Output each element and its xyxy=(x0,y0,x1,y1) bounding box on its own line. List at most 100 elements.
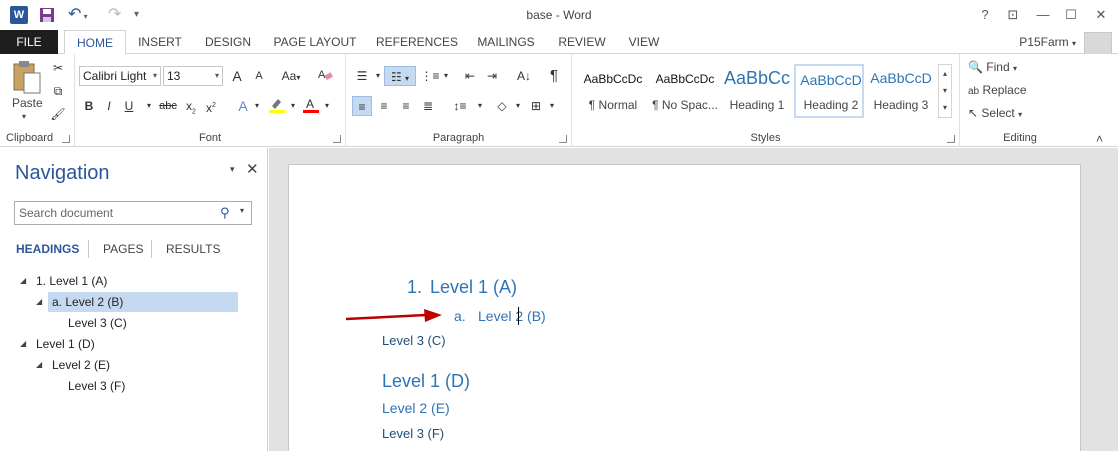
decrease-indent-icon[interactable]: ⇤ xyxy=(460,66,480,86)
style-heading-1[interactable]: AaBbCc Heading 1 xyxy=(722,64,792,118)
paragraph-launcher-icon[interactable] xyxy=(559,135,567,143)
document-page[interactable]: 1. Level 1 (A) a. Level 2 (B) Level 3 (C… xyxy=(288,164,1081,451)
sort-icon[interactable]: A↓ xyxy=(514,66,534,86)
nav-heading-item[interactable]: Level 3 (F) xyxy=(68,376,125,396)
line-spacing-icon[interactable]: ↕≡ xyxy=(450,96,470,116)
justify-icon[interactable]: ≣ xyxy=(418,96,438,116)
borders-dropdown-icon[interactable]: ▾ xyxy=(542,96,562,116)
format-painter-icon[interactable]: 🖌 xyxy=(48,104,68,124)
doc-heading-2-number[interactable]: a. xyxy=(454,308,466,324)
ribbon-tabs: FILE HOME INSERT DESIGN PAGE LAYOUT REFE… xyxy=(0,30,1118,56)
underline-button[interactable]: U xyxy=(119,96,139,116)
change-case-icon[interactable]: Aa▾ xyxy=(277,66,305,86)
increase-indent-icon[interactable]: ⇥ xyxy=(482,66,502,86)
tab-file[interactable]: FILE xyxy=(0,30,58,54)
multilevel-dropdown-icon[interactable]: ▾ xyxy=(436,66,456,86)
superscript-button[interactable]: x2 xyxy=(201,96,221,116)
search-icon[interactable]: ⚲ xyxy=(220,205,230,221)
nav-options-icon[interactable]: ▾ xyxy=(230,164,235,175)
text-effects-dropdown-icon[interactable]: ▾ xyxy=(247,96,267,116)
show-formatting-icon[interactable]: ¶ xyxy=(544,66,564,86)
collapse-ribbon-icon[interactable]: ˄ xyxy=(1096,132,1103,146)
font-name-combo[interactable]: Calibri Light ▾ xyxy=(79,66,161,86)
doc-heading-3[interactable]: Level 3 (C) xyxy=(382,333,446,348)
help-button[interactable]: ? xyxy=(972,4,998,26)
search-input[interactable]: Search document xyxy=(14,201,252,225)
find-button[interactable]: 🔍 Find ▾ xyxy=(968,60,1017,74)
tab-view[interactable]: VIEW xyxy=(626,30,662,54)
align-left-icon[interactable]: ≡ xyxy=(352,96,372,116)
highlight-dropdown-icon[interactable]: ▾ xyxy=(283,96,303,116)
tab-pages[interactable]: PAGES xyxy=(103,242,143,256)
font-launcher-icon[interactable] xyxy=(333,135,341,143)
doc-heading-1[interactable]: Level 1 (A) xyxy=(430,277,517,298)
tab-results[interactable]: RESULTS xyxy=(166,242,220,256)
copy-icon[interactable]: ⧉ xyxy=(48,81,68,101)
tab-design[interactable]: DESIGN xyxy=(202,30,254,54)
tab-insert[interactable]: INSERT xyxy=(136,30,184,54)
red-arrow-icon xyxy=(345,309,442,322)
shrink-font-icon[interactable]: A xyxy=(249,66,269,86)
style-heading-3[interactable]: AaBbCcD Heading 3 xyxy=(866,64,936,118)
collapse-triangle-icon[interactable]: ◢ xyxy=(36,355,42,375)
font-group-label: Font xyxy=(198,132,221,144)
user-name[interactable]: P15Farm ▾ xyxy=(1019,35,1076,49)
font-size-combo[interactable]: 13 ▾ xyxy=(163,66,223,86)
doc-heading-1-number[interactable]: 1. xyxy=(407,277,422,298)
tab-review[interactable]: REVIEW xyxy=(556,30,608,54)
style-heading-2[interactable]: AaBbCcD Heading 2 xyxy=(794,64,864,118)
replace-button[interactable]: ab Replace xyxy=(968,83,1027,97)
cursor-icon: ↖ xyxy=(968,106,979,120)
nav-heading-item[interactable]: Level 3 (C) xyxy=(68,313,127,333)
nav-heading-item[interactable]: 1. Level 1 (A) xyxy=(36,271,107,291)
clear-formatting-icon[interactable]: A xyxy=(315,66,335,86)
paste-icon[interactable] xyxy=(10,60,42,94)
select-button[interactable]: ↖ Select ▾ xyxy=(968,106,1022,120)
cut-icon[interactable]: ✂ xyxy=(48,58,68,78)
line-spacing-dropdown-icon[interactable]: ▾ xyxy=(470,96,490,116)
clipboard-launcher-icon[interactable] xyxy=(62,135,70,143)
numbering-icon[interactable]: ☷ ▾ xyxy=(384,66,416,86)
ribbon-display-options-button[interactable]: ⊡ xyxy=(1000,4,1026,26)
avatar[interactable] xyxy=(1084,32,1112,56)
nav-title: Navigation xyxy=(15,162,110,184)
font-color-dropdown-icon[interactable]: ▾ xyxy=(317,96,337,116)
bold-button[interactable]: B xyxy=(79,96,99,116)
align-center-icon[interactable]: ≡ xyxy=(374,96,394,116)
grow-font-icon[interactable]: A xyxy=(227,66,247,86)
collapse-triangle-icon[interactable]: ◢ xyxy=(20,334,26,354)
collapse-triangle-icon[interactable]: ◢ xyxy=(20,271,26,291)
search-dropdown-icon[interactable]: ▾ xyxy=(240,206,244,215)
tab-page-layout[interactable]: PAGE LAYOUT xyxy=(272,30,358,54)
paste-button[interactable]: Paste xyxy=(12,96,43,110)
tab-references[interactable]: REFERENCES xyxy=(376,30,458,54)
strikethrough-button[interactable]: abc xyxy=(155,96,181,116)
styles-group: AaBbCcDc ¶ Normal AaBbCcDc ¶ No Spac... … xyxy=(572,54,960,147)
tab-home[interactable]: HOME xyxy=(64,30,126,55)
ribbon: Paste ▾ ✂ ⧉ 🖌 Clipboard Calibri Light ▾ 1… xyxy=(0,54,1118,147)
tab-headings[interactable]: HEADINGS xyxy=(16,242,79,256)
restore-button[interactable]: ☐ xyxy=(1058,4,1084,26)
shading-dropdown-icon[interactable]: ▾ xyxy=(508,96,528,116)
minimize-button[interactable]: — xyxy=(1030,4,1056,26)
style-normal[interactable]: AaBbCcDc ¶ Normal xyxy=(578,64,648,118)
styles-group-label: Styles xyxy=(750,132,781,144)
collapse-triangle-icon[interactable]: ◢ xyxy=(36,292,42,312)
doc-heading-3[interactable]: Level 3 (F) xyxy=(382,426,444,441)
italic-button[interactable]: I xyxy=(99,96,119,116)
align-right-icon[interactable]: ≡ xyxy=(396,96,416,116)
styles-launcher-icon[interactable] xyxy=(947,135,955,143)
doc-heading-2[interactable]: Level 2 (E) xyxy=(382,400,450,416)
styles-scroll[interactable]: ▴ ▾ ▾ xyxy=(938,64,952,118)
doc-heading-2[interactable]: Level 2 (B) xyxy=(478,308,546,324)
close-button[interactable]: ✕ xyxy=(1088,4,1114,26)
doc-heading-1[interactable]: Level 1 (D) xyxy=(382,371,470,392)
nav-heading-item[interactable]: Level 2 (E) xyxy=(52,355,110,375)
subscript-button[interactable]: x2 xyxy=(181,96,201,116)
tab-mailings[interactable]: MAILINGS xyxy=(474,30,538,54)
nav-heading-item[interactable]: Level 1 (D) xyxy=(36,334,95,354)
style-no-spacing[interactable]: AaBbCcDc ¶ No Spac... xyxy=(650,64,720,118)
paste-dropdown-icon[interactable]: ▾ xyxy=(22,112,26,121)
nav-heading-item-selected[interactable]: a. Level 2 (B) xyxy=(52,292,123,312)
nav-close-icon[interactable]: ✕ xyxy=(246,160,259,178)
